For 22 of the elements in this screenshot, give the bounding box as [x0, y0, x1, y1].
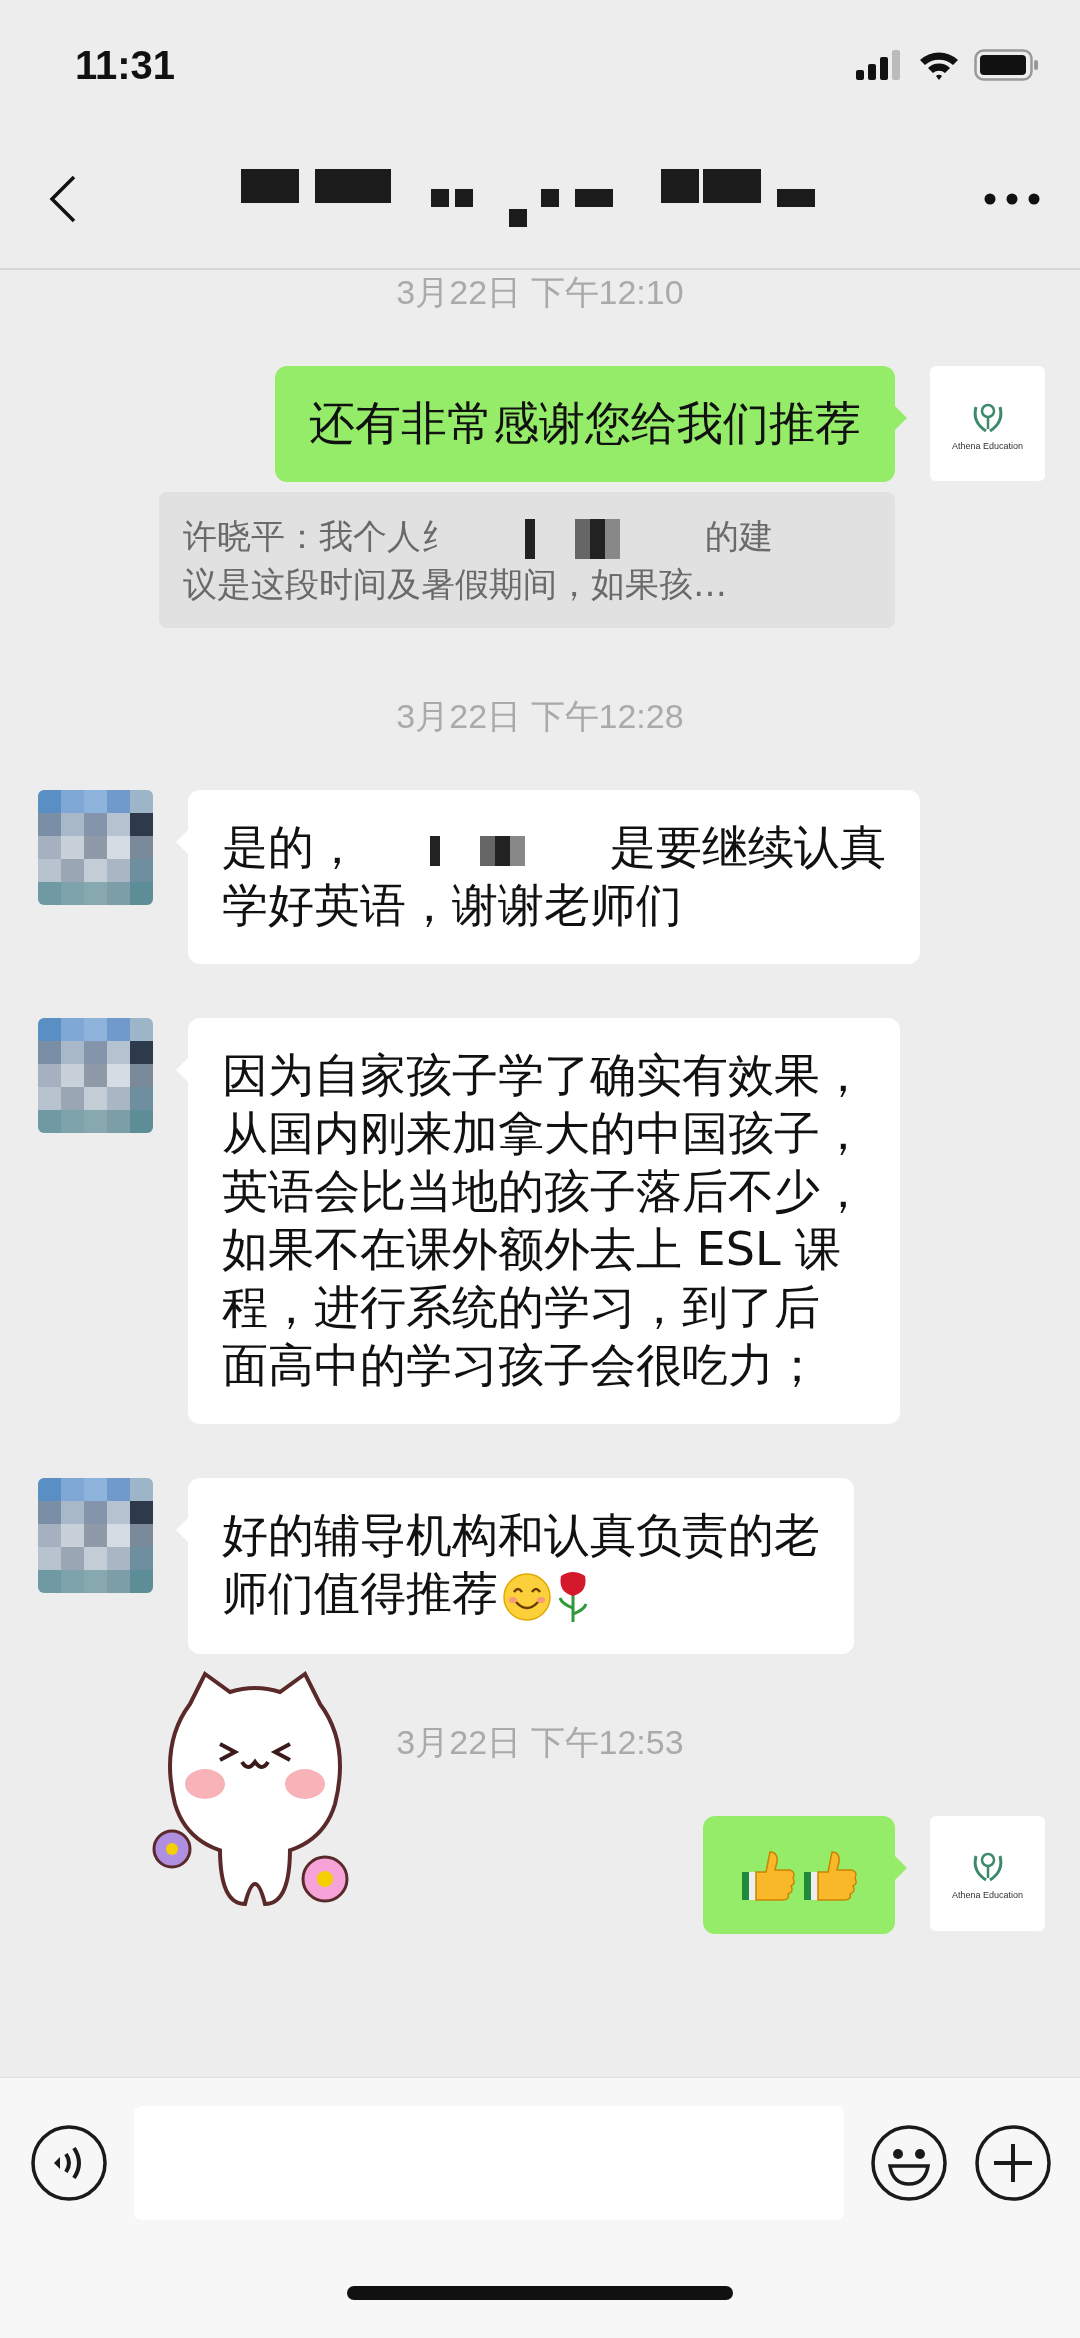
back-icon[interactable] [48, 174, 78, 224]
plus-icon[interactable] [974, 2124, 1052, 2202]
message-timestamp: 3月22日 下午12:53 [396, 1721, 684, 1762]
logo-avatar[interactable]: Athena Education [930, 1815, 1045, 1931]
status-time: 11:31 [75, 42, 176, 88]
emoji-icon[interactable] [870, 2124, 948, 2202]
smiling-face-icon [502, 1571, 552, 1622]
message-timestamp: 3月22日 下午12:28 [396, 696, 684, 736]
quoted-message[interactable]: 许晓平：我个人纟 的建 议是这段时间及暑假期间，如果孩… [159, 492, 895, 628]
more-icon[interactable] [984, 193, 1040, 205]
avatar-label: Athena Education [951, 1890, 1024, 1900]
rose-icon [556, 1569, 590, 1624]
logo-avatar[interactable]: Athena Education [930, 366, 1045, 481]
voice-icon[interactable] [30, 2124, 108, 2202]
message-timestamp: 3月22日 下午12:10 [396, 272, 684, 312]
avatar-label: Athena Education [951, 440, 1024, 451]
pixelated-avatar[interactable] [38, 1018, 153, 1133]
thumbs-up-icon [802, 1848, 858, 1904]
pixelated-avatar[interactable] [38, 1478, 153, 1593]
thumbs-up-icon [740, 1848, 796, 1904]
battery-icon [974, 49, 1040, 81]
pixelated-avatar[interactable] [38, 790, 153, 905]
